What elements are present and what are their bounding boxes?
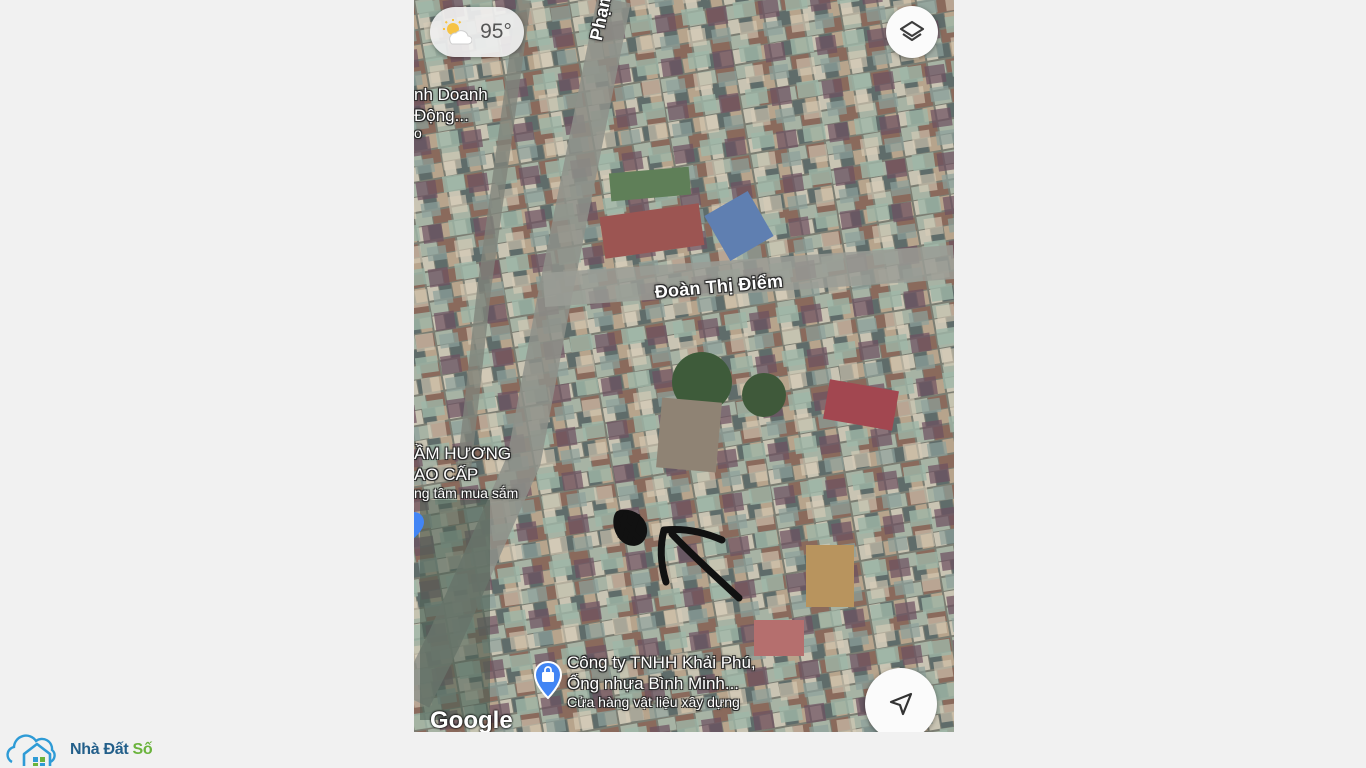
- satellite-imagery: [414, 0, 954, 732]
- google-attribution: Google: [430, 707, 513, 732]
- shopping-center-label: ẦM HƯƠNG AO CẤP ng tâm mua sắm: [414, 444, 519, 501]
- partly-cloudy-icon: [443, 19, 473, 45]
- site-brand-logo: Nhà Đất Số: [6, 732, 153, 768]
- layers-button[interactable]: [886, 6, 938, 58]
- company-label[interactable]: Công ty TNHH Khải Phú, Ống nhựa Bình Min…: [567, 652, 756, 710]
- house-cloud-logo: [6, 734, 56, 766]
- company-place-pin[interactable]: [533, 660, 563, 700]
- weather-chip[interactable]: 95°: [430, 7, 524, 57]
- brand-name: Nhà Đất Số: [70, 741, 153, 758]
- satellite-map[interactable]: Phạm Ngũ Đoàn Thị Điểm nh Doanh Động... …: [414, 0, 954, 732]
- business-label: nh Doanh Động... o: [414, 85, 488, 141]
- shopping-bag-pin-icon: [533, 660, 563, 700]
- my-location-button[interactable]: [865, 668, 937, 732]
- layers-icon: [899, 20, 925, 42]
- navigation-arrow-icon: [889, 692, 913, 716]
- temperature-text: 95°: [480, 20, 512, 43]
